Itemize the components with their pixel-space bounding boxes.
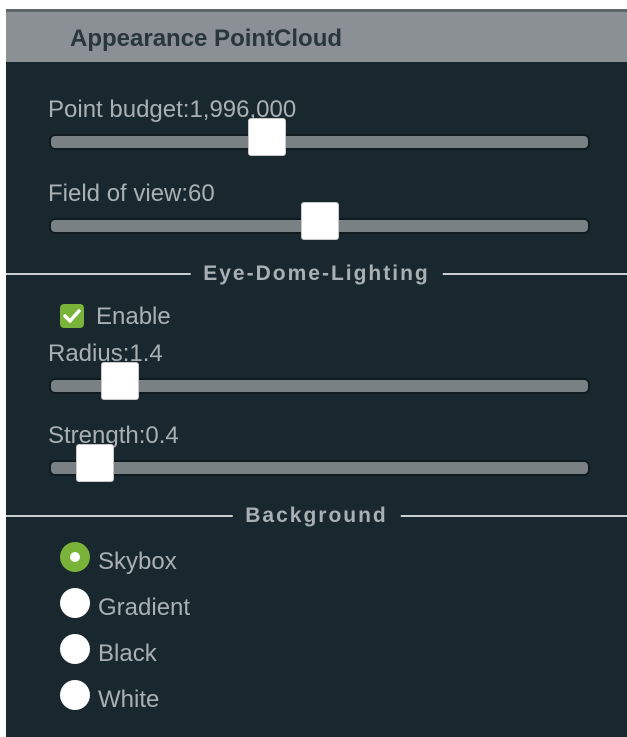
background-skybox-radio[interactable] [60,542,90,572]
panel-header-title: Appearance PointCloud [70,25,343,52]
background-white-label: White [98,686,160,713]
edl-enable-label: Enable [96,303,171,330]
edl-radius-slider[interactable] [49,362,590,400]
edl-section-divider: Eye-Dome-Lighting [6,262,627,286]
point-budget-slider[interactable] [49,118,590,156]
background-skybox-label: Skybox [98,548,177,575]
field-of-view-label: Field of view:60 [48,180,215,207]
field-of-view-slider[interactable] [49,202,590,240]
panel-header[interactable]: Appearance PointCloud [6,9,627,62]
edl-radius-slider-thumb[interactable] [101,362,139,400]
point-budget-slider-thumb[interactable] [248,118,286,156]
background-black-radio[interactable] [60,634,90,664]
background-gradient-radio[interactable] [60,588,90,618]
background-white-radio[interactable] [60,680,90,710]
edl-enable-checkbox[interactable] [60,304,84,328]
edl-strength-slider[interactable] [49,444,590,482]
background-black-label: Black [98,640,157,667]
edl-strength-slider-thumb[interactable] [76,444,114,482]
appearance-pointcloud-panel: Appearance PointCloud Point budget:1,996… [6,9,627,737]
checkmark-icon [63,309,81,323]
field-of-view-slider-thumb[interactable] [301,202,339,240]
background-section-divider: Background [6,504,627,528]
edl-section-title: Eye-Dome-Lighting [190,262,443,286]
background-section-title: Background [232,504,401,528]
background-gradient-label: Gradient [98,594,191,621]
